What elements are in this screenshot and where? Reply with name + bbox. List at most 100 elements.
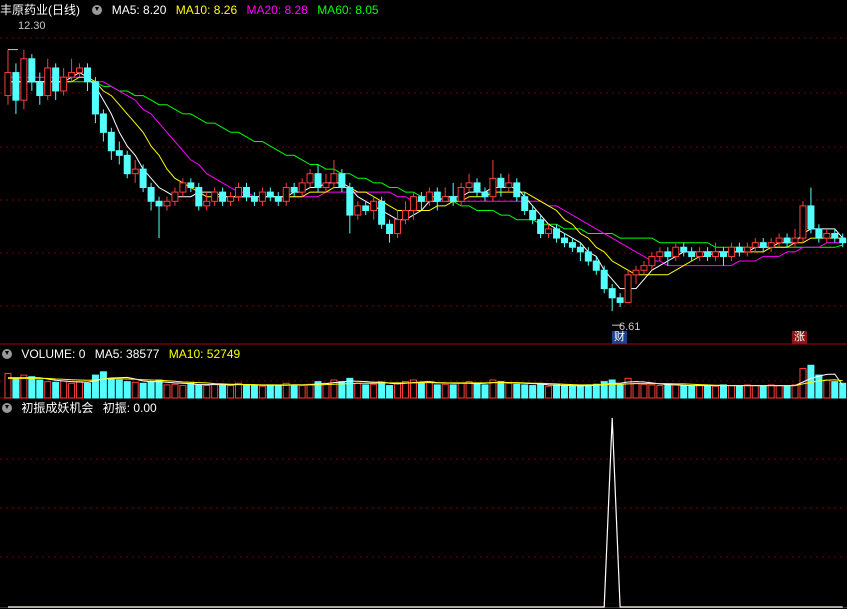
volume-bar [147,381,155,399]
limit-up-badge[interactable]: 涨 [792,331,807,344]
candle-body [831,232,839,239]
volume-bar [481,384,489,399]
stock-name[interactable]: 丰原药业 [0,3,48,17]
volume-bar [712,385,720,399]
volume-bar [783,385,791,399]
volume-bar [751,385,759,399]
candle-body [401,209,409,221]
candle-body [147,186,155,202]
volume-bar [791,384,799,399]
candle-body [378,200,386,225]
volume-bar [545,385,553,399]
volume-bar [171,383,179,399]
dropdown-icon[interactable] [2,403,12,413]
candle-body [36,81,44,97]
volume-bar [608,379,616,399]
ma10-line [8,76,843,276]
indicator-header: 初振成妖机会 初振: 0.00 [0,400,163,416]
volume-bar [28,376,36,399]
volume-bar [584,384,592,399]
dropdown-icon[interactable] [2,349,12,359]
dropdown-icon[interactable] [92,5,103,15]
candle-body [155,200,163,207]
volume-bar [568,385,576,399]
volume-bar [560,385,568,399]
ma60-label: MA60: 8.05 [317,3,379,17]
candle-body [473,182,481,193]
volume-bar [465,381,473,399]
volume-bar [290,384,298,399]
volume-bar [839,382,847,399]
candle-body [457,186,465,202]
financial-report-badge[interactable]: 财 [612,331,627,344]
volume-bar [242,384,250,399]
candle-body [624,274,632,303]
candle-body [44,67,52,97]
candle-body [409,196,417,211]
volume-bar [553,384,561,399]
volume-bar [497,381,505,399]
candle-body [576,246,584,253]
volume-ma5-label: MA5: 38577 [94,347,160,361]
candle-body [751,242,759,248]
ma5-label: MA5: 8.20 [111,3,167,17]
volume-bar [688,385,696,399]
candle-body [346,186,354,216]
candle-body [258,191,266,202]
volume-bar [91,374,99,399]
volume-bar [529,385,537,399]
volume-bar [131,381,139,399]
volume-bar [203,385,211,399]
candle-body [783,237,791,244]
period-label[interactable]: (日线) [48,3,80,17]
candle-body [767,242,775,248]
candle-body [219,191,227,202]
ma10-line [8,76,843,276]
candle-body [616,297,624,303]
candle-body [680,246,688,253]
indicator-value-label: 初振: 0.00 [102,401,157,415]
volume-bar [179,385,187,399]
volume-bar [401,381,409,399]
candle-body [362,205,370,211]
grid-lines [0,37,847,558]
candle-body [735,246,743,253]
volume-bar [187,382,195,399]
candle-body [417,196,425,202]
volume-bar [211,383,219,399]
candle-body [775,237,783,244]
volume-bar [815,374,823,399]
price-header: 丰原药业(日线) MA5: 8.20 MA10: 8.26 MA20: 8.28… [0,2,385,18]
volume-bar [624,377,632,399]
indicator-title: 初振成妖机会 [21,401,94,415]
volume-bar [107,377,115,399]
candle-body [465,182,473,188]
volume-bar [457,382,465,399]
candle-body [203,200,211,207]
volume-bar [155,379,163,399]
candle-body [107,131,115,152]
volume-bar [123,381,131,399]
volume-bar [394,383,402,399]
candle-body [131,168,139,175]
volume-ma10-label: MA10: 52749 [168,347,241,361]
candle-body [656,251,664,257]
volume-bar [36,379,44,399]
candle-body [537,219,545,234]
candle-body [139,168,147,188]
candle-body [600,269,608,290]
candle-body [759,242,767,248]
volume-bar [505,382,513,399]
volume-bar [258,385,266,399]
volume-bar [274,385,282,399]
volume-bar [735,385,743,399]
volume-bar [266,384,274,399]
volume-bar [433,384,441,399]
candle-body [171,191,179,202]
volume-bar [831,381,839,399]
candle-body [529,209,537,221]
volume-bar [648,384,656,399]
candle-body [4,72,12,97]
volume-bar [521,384,529,399]
candle-body [584,251,592,262]
